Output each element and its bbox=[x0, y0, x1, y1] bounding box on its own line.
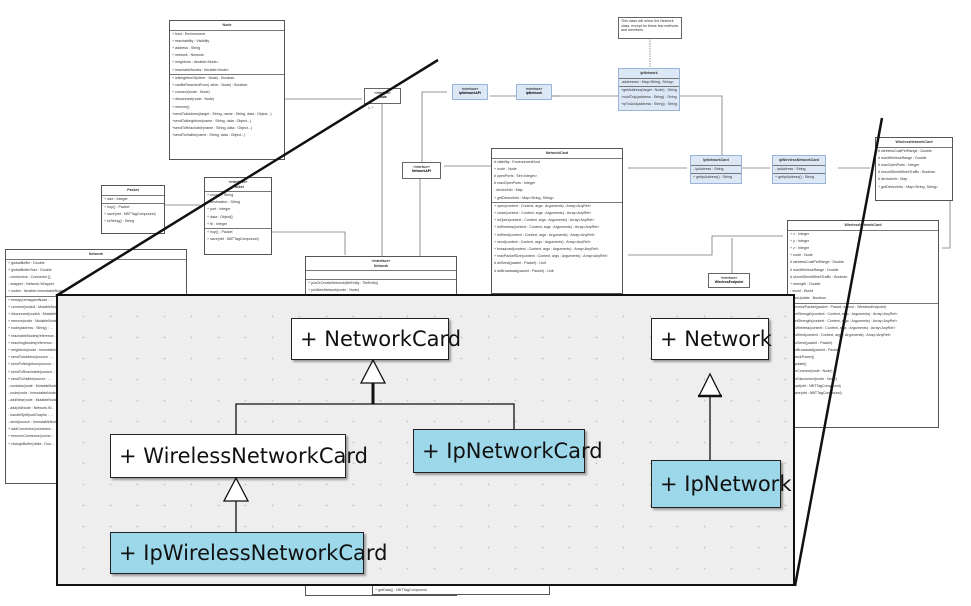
zoom-class-ipwirelessnetworkcard[interactable]: + IpWirelessNetworkCard bbox=[110, 532, 387, 574]
generalization-arrow-icon bbox=[697, 372, 723, 397]
zoom-class-ipnetwork[interactable]: + IpNetwork bbox=[651, 460, 791, 508]
generalization-arrow-icon bbox=[359, 358, 387, 384]
zoom-class-ipnetworkcard[interactable]: + IpNetworkCard bbox=[413, 429, 603, 473]
zoom-class-wirelessnetworkcard[interactable]: + WirelessNetworkCard bbox=[110, 434, 368, 478]
generalization-arrow-icon bbox=[222, 476, 250, 502]
zoom-class-networkcard[interactable]: + NetworkCard bbox=[291, 318, 461, 360]
callout-line-left bbox=[55, 58, 439, 298]
zoom-class-network[interactable]: + Network bbox=[651, 318, 772, 360]
zoomed-diagram-panel: + NetworkCard + Network + WirelessNetwor… bbox=[56, 294, 795, 586]
callout-line-right bbox=[793, 117, 884, 587]
